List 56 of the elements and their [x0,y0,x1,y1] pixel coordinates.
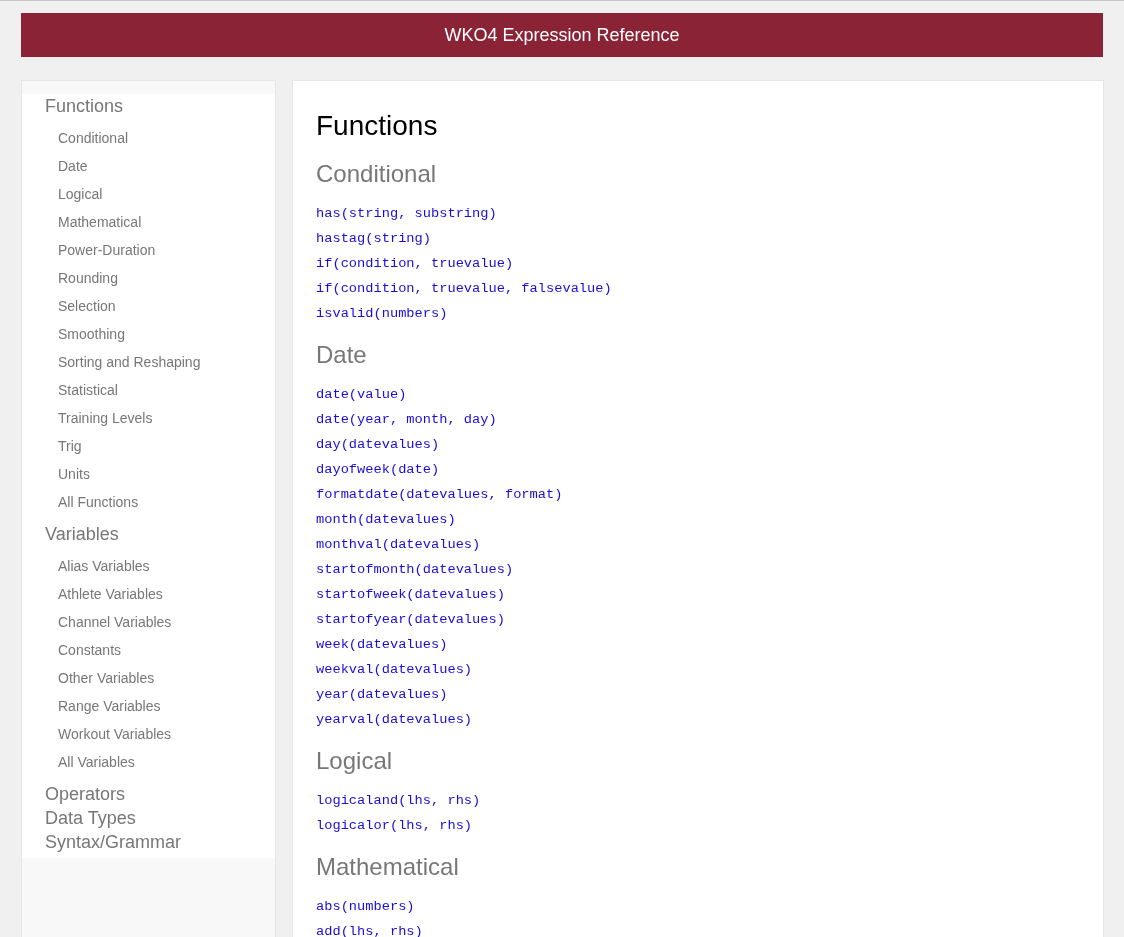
nav-section-link[interactable]: Functions [45,94,275,118]
function-link[interactable]: if(condition, truevalue, falsevalue) [316,276,612,301]
function-link[interactable]: has(string, substring) [316,201,497,226]
nav-link[interactable]: Mathematical [45,208,275,236]
section-heading: Date [316,340,368,370]
nav-link[interactable]: Athlete Variables [45,580,275,608]
function-link[interactable]: monthval(datevalues) [316,532,481,557]
function-link[interactable]: date(year, month, day) [316,407,497,432]
page-title: WKO4 Expression Reference [444,24,680,46]
nav-link[interactable]: All Variables [45,748,275,776]
nav-link[interactable]: Workout Variables [45,720,275,748]
nav-link[interactable]: Channel Variables [45,608,275,636]
nav-link[interactable]: Smoothing [45,320,275,348]
function-link[interactable]: abs(numbers) [316,894,415,919]
function-link[interactable]: day(datevalues) [316,432,440,457]
nav-link[interactable]: Statistical [45,376,275,404]
function-link[interactable]: weekval(datevalues) [316,657,473,682]
section-heading: Logical [316,746,394,776]
nav-link[interactable]: Date [45,152,275,180]
nav-section-link[interactable]: Data Types [45,806,275,830]
function-link[interactable]: logicalor(lhs, rhs) [316,813,473,838]
function-link[interactable]: dayofweek(date) [316,457,440,482]
function-link[interactable]: yearval(datevalues) [316,707,473,732]
function-link[interactable]: logicaland(lhs, rhs) [316,788,481,813]
function-link[interactable]: add(lhs, rhs) [316,919,423,937]
nav-link[interactable]: Trig [45,432,275,460]
page-heading: Functions [316,109,439,143]
function-link[interactable]: startofweek(datevalues) [316,582,505,607]
function-link[interactable]: date(value) [316,382,407,407]
nav-section-link[interactable]: Operators [45,782,275,806]
nav-link[interactable]: All Functions [45,488,275,516]
function-link[interactable]: isvalid(numbers) [316,301,448,326]
function-link[interactable]: hastag(string) [316,226,431,251]
nav-link[interactable]: Alias Variables [45,552,275,580]
nav-link[interactable]: Rounding [45,264,275,292]
function-link[interactable]: startofyear(datevalues) [316,607,505,632]
nav-link[interactable]: Other Variables [45,664,275,692]
section-heading: Conditional [316,159,438,189]
nav-link[interactable]: Units [45,460,275,488]
function-link[interactable]: month(datevalues) [316,507,456,532]
function-link[interactable]: startofmonth(datevalues) [316,557,514,582]
nav-link[interactable]: Range Variables [45,692,275,720]
nav-link[interactable]: Sorting and Reshaping [45,348,275,376]
nav-link[interactable]: Logical [45,180,275,208]
nav-link[interactable]: Conditional [45,124,275,152]
function-link[interactable]: formatdate(datevalues, format) [316,482,563,507]
section-heading: Mathematical [316,852,460,882]
nav-link[interactable]: Training Levels [45,404,275,432]
nav-section-link[interactable]: Variables [45,522,275,546]
function-link[interactable]: if(condition, truevalue) [316,251,514,276]
function-link[interactable]: year(datevalues) [316,682,448,707]
nav-link[interactable]: Constants [45,636,275,664]
nav-link[interactable]: Power-Duration [45,236,275,264]
nav-link[interactable]: Selection [45,292,275,320]
nav-section-link[interactable]: Syntax/Grammar [45,830,275,854]
function-link[interactable]: week(datevalues) [316,632,448,657]
